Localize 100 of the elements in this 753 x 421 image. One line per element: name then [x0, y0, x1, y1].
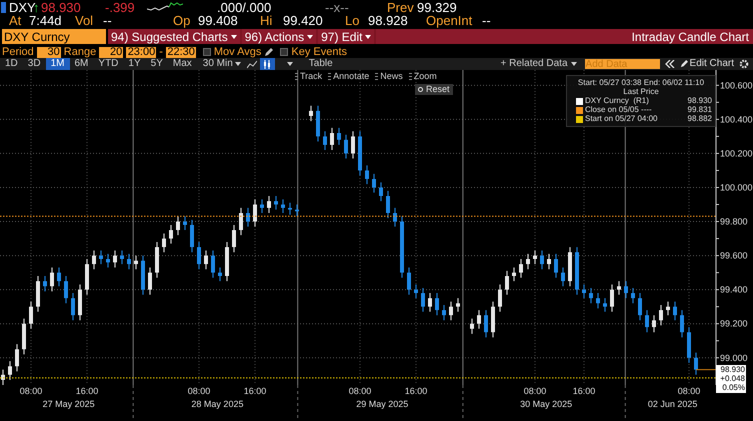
- candle: [365, 164, 369, 185]
- reset-button[interactable]: Reset: [415, 84, 453, 95]
- candle: [29, 301, 33, 330]
- time-tick-label: 16:00: [572, 386, 596, 396]
- range-tab[interactable]: YTD: [93, 58, 124, 70]
- candle: [421, 287, 425, 312]
- candle: [127, 253, 131, 270]
- candle: [281, 198, 285, 214]
- time-tick-label: 16:00: [404, 386, 428, 396]
- candle: [162, 232, 166, 253]
- candle: [169, 224, 173, 244]
- candle: [435, 292, 439, 316]
- candle: [1, 369, 5, 386]
- candle: [491, 301, 495, 338]
- line-chart-icon: [247, 60, 258, 68]
- caret-icon: [307, 34, 314, 38]
- caret-icon: [286, 62, 293, 66]
- candle: [526, 253, 530, 270]
- range-tab[interactable]: Max: [168, 58, 197, 70]
- stat-label: At: [9, 14, 22, 26]
- candle: [148, 267, 152, 296]
- candle: [155, 241, 159, 278]
- legend-value: 98.930: [688, 97, 712, 105]
- candle: [449, 301, 453, 321]
- legend-range: Start: 05/27 03:38 End: 06/02 11:10: [576, 79, 706, 87]
- candle: [239, 207, 243, 236]
- table-button[interactable]: Table: [298, 58, 343, 70]
- candle: [414, 284, 418, 299]
- candle: [351, 130, 355, 160]
- candle: [141, 255, 145, 296]
- candle: [50, 267, 54, 292]
- stat-label: Vol: [75, 14, 94, 26]
- candle: [36, 276, 40, 312]
- candle-chart-button[interactable]: [260, 58, 275, 70]
- candle: [645, 310, 649, 333]
- candle: [687, 326, 691, 364]
- related-data-button[interactable]: + Related Data: [498, 58, 571, 70]
- price-tick-label: 99.400: [720, 284, 748, 295]
- range-tab[interactable]: 5Y: [146, 58, 168, 70]
- line-chart-button[interactable]: [244, 58, 260, 70]
- end-time-field[interactable]: 22:30: [166, 46, 196, 58]
- time-tick-label: 16:00: [76, 386, 98, 396]
- caret-icon: [230, 34, 237, 38]
- candle: [519, 258, 523, 278]
- candle: [372, 173, 376, 194]
- range-tab[interactable]: 1Y: [123, 58, 146, 70]
- stat-value: --: [482, 14, 492, 26]
- time-tick-label: 08:00: [20, 386, 42, 396]
- candle: [71, 292, 75, 321]
- candle: [260, 198, 264, 214]
- caret-icon: [365, 34, 372, 38]
- option-label: Mov Avgs: [214, 46, 262, 58]
- range-tab[interactable]: 1M: [46, 58, 70, 70]
- option-label: Key Events: [291, 46, 348, 58]
- range-tab[interactable]: 1D: [0, 58, 23, 70]
- candle: [568, 246, 572, 287]
- candle: [589, 287, 593, 304]
- date-label: 28 May 2025: [191, 399, 244, 409]
- edit-chart-button[interactable]: Edit Chart: [680, 58, 734, 70]
- checkbox[interactable]: [280, 48, 288, 56]
- range-tab[interactable]: 6M: [70, 58, 94, 70]
- candle: [288, 202, 292, 216]
- menu-button[interactable]: 97) Edit: [318, 29, 374, 44]
- candle: [337, 127, 341, 146]
- security-field[interactable]: DXY Curncy: [2, 29, 106, 44]
- start-time-field[interactable]: 23:00: [126, 46, 156, 58]
- candle: [211, 250, 215, 278]
- candle: [85, 258, 89, 296]
- interval-dropdown[interactable]: 30 Min: [198, 58, 245, 70]
- menu-button[interactable]: 94) Suggested Charts: [108, 29, 240, 44]
- chart-tool-button[interactable]: Track: [295, 72, 322, 81]
- ticker-symbol: DXY: [9, 0, 33, 14]
- candle: [659, 304, 663, 326]
- menu-button[interactable]: 96) Actions: [242, 29, 316, 44]
- period-field[interactable]: 30: [36, 46, 61, 58]
- chart-tool-button[interactable]: Zoom: [408, 72, 437, 81]
- candle: [694, 352, 698, 376]
- chart-tool-button[interactable]: Annotate: [328, 72, 370, 81]
- candle: [379, 182, 383, 202]
- candle: [8, 360, 12, 380]
- stat-label: Op: [173, 14, 192, 26]
- candle: [638, 292, 642, 321]
- candle: [57, 267, 61, 287]
- price-tick-label: 100.600: [720, 80, 753, 90]
- candle: [92, 250, 96, 270]
- bid-ask-size: --x--: [325, 0, 350, 14]
- last-price-tag-text: 98.930: [720, 366, 745, 374]
- prev-label: Prev: [387, 0, 415, 14]
- chart-tool-button[interactable]: News: [375, 72, 403, 81]
- candle: [218, 267, 222, 282]
- candle: [309, 105, 313, 122]
- candle: [554, 253, 558, 278]
- legend-value: 98.882: [688, 115, 712, 123]
- last-price-tag-text: +0.048: [720, 375, 745, 383]
- stat-label: Hi: [260, 14, 274, 26]
- grip-icon: [295, 73, 298, 80]
- stat-value: 99.420: [283, 14, 324, 26]
- range-tab[interactable]: 3D: [22, 58, 46, 70]
- range-field[interactable]: 20: [99, 46, 124, 58]
- checkbox[interactable]: [202, 48, 211, 56]
